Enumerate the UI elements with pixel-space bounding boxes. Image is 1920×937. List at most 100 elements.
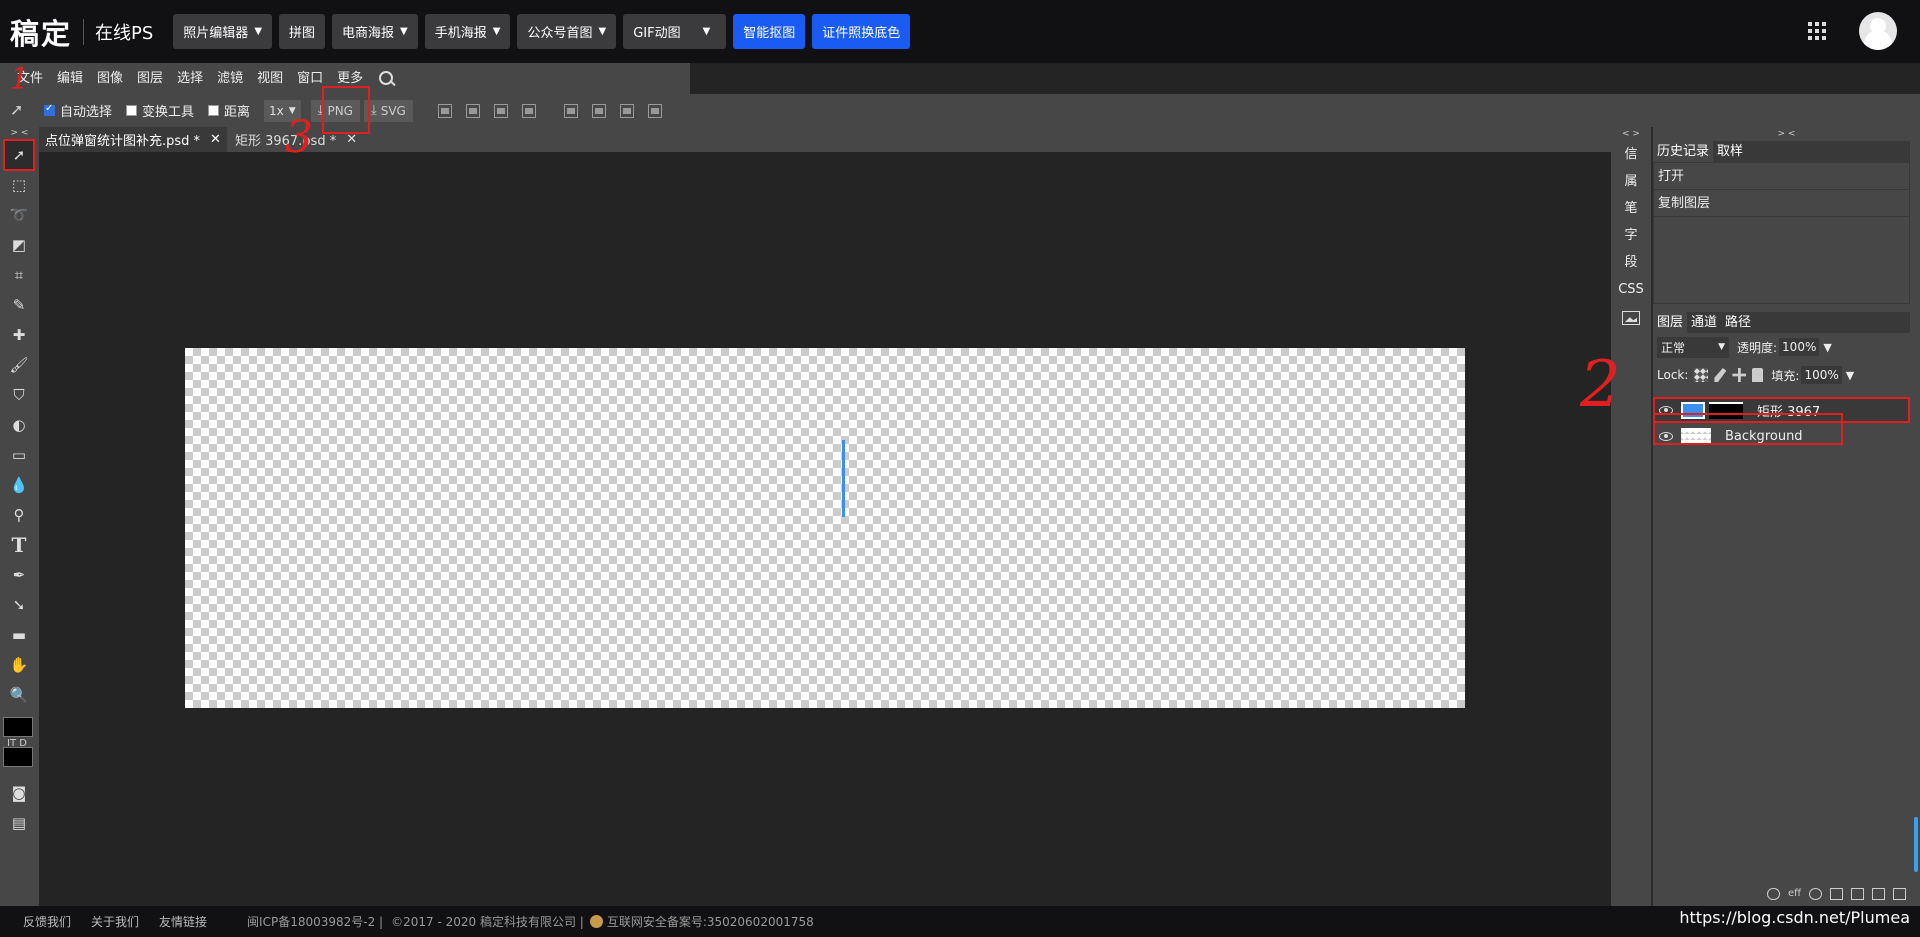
lasso-tool[interactable]: ➰ bbox=[5, 201, 33, 229]
gradient-tool[interactable]: ▭ bbox=[5, 441, 33, 469]
avatar[interactable] bbox=[1859, 12, 1897, 50]
export-svg-button[interactable]: ⤓ SVG bbox=[363, 99, 413, 122]
link-icon[interactable] bbox=[1766, 887, 1780, 900]
menu-image[interactable]: 图像 bbox=[90, 63, 130, 94]
brand-subtitle[interactable]: 在线PS bbox=[95, 19, 153, 45]
tab-channels[interactable]: 通道 bbox=[1687, 312, 1721, 333]
caret-down-icon[interactable]: ▼ bbox=[1823, 341, 1831, 354]
mini-panel-collapse-toggle[interactable]: < > bbox=[1611, 127, 1651, 141]
right-panel-collapse-toggle[interactable]: > < bbox=[1653, 127, 1920, 141]
brand-logo[interactable]: 稿定 bbox=[10, 11, 72, 53]
eraser-tool[interactable]: ◐ bbox=[5, 411, 33, 439]
blend-mode-select[interactable]: 正常 ▼ bbox=[1657, 336, 1729, 358]
adjustment-icon[interactable] bbox=[1809, 887, 1822, 900]
security-record-text[interactable]: 互联网安全备案号:35020602001758 bbox=[607, 913, 814, 930]
stamp-tool[interactable]: ⛉ bbox=[5, 381, 33, 409]
close-icon[interactable]: ✕ bbox=[346, 132, 357, 147]
crop-tool[interactable]: ⌗ bbox=[5, 261, 33, 289]
lock-transparency-icon[interactable] bbox=[1694, 368, 1709, 382]
nav-mobile-poster[interactable]: 手机海报 ▼ bbox=[424, 14, 511, 49]
screen-mode-tool[interactable]: ▤ bbox=[5, 809, 33, 837]
side-properties[interactable]: 属 bbox=[1611, 168, 1651, 195]
nav-ecommerce-poster[interactable]: 电商海报 ▼ bbox=[332, 14, 418, 49]
side-paragraph[interactable]: 段 bbox=[1611, 249, 1651, 276]
marquee-tool[interactable]: ⬚ bbox=[5, 171, 33, 199]
align-top-icon[interactable] bbox=[563, 103, 578, 118]
friend-links[interactable]: 友情链接 bbox=[159, 913, 207, 930]
apps-grid-icon[interactable] bbox=[1808, 22, 1826, 40]
mask-icon[interactable] bbox=[1830, 887, 1843, 900]
doc-tab[interactable]: 点位弹窗统计图补充.psd * ✕ bbox=[39, 127, 227, 152]
blur-tool[interactable]: 💧 bbox=[5, 471, 33, 499]
close-icon[interactable]: ✕ bbox=[210, 132, 221, 147]
search-icon[interactable] bbox=[378, 70, 396, 88]
zoom-tool[interactable]: 🔍 bbox=[5, 681, 33, 709]
hand-tool[interactable]: ✋ bbox=[5, 651, 33, 679]
foreground-color[interactable] bbox=[3, 717, 33, 737]
menu-layer[interactable]: 图层 bbox=[130, 63, 170, 94]
align-right-icon[interactable] bbox=[493, 103, 508, 118]
list-item[interactable]: 复制图层 bbox=[1654, 190, 1909, 217]
feedback-link[interactable]: 反馈我们 bbox=[23, 913, 71, 930]
eyedropper-tool[interactable]: ✎ bbox=[5, 291, 33, 319]
caret-down-icon[interactable]: ▼ bbox=[1846, 369, 1854, 382]
nav-wechat-cover[interactable]: 公众号首图 ▼ bbox=[517, 14, 617, 49]
healing-tool[interactable]: ✚ bbox=[5, 321, 33, 349]
tab-layers[interactable]: 图层 bbox=[1653, 312, 1688, 333]
side-info[interactable]: 信 bbox=[1611, 141, 1651, 168]
tab-paths[interactable]: 路径 bbox=[1721, 312, 1755, 333]
pen-tool[interactable]: ✒ bbox=[5, 561, 33, 589]
checkbox-unchecked[interactable] bbox=[126, 105, 138, 116]
menu-select[interactable]: 选择 bbox=[170, 63, 210, 94]
align-left-icon[interactable] bbox=[437, 103, 452, 118]
fill-input[interactable]: 100% bbox=[1801, 366, 1842, 384]
distribute-v-icon[interactable] bbox=[647, 103, 662, 118]
document-canvas[interactable] bbox=[185, 348, 1465, 708]
tab-history[interactable]: 历史记录 bbox=[1653, 141, 1714, 162]
dodge-tool[interactable]: ⚲ bbox=[5, 501, 33, 529]
about-link[interactable]: 关于我们 bbox=[91, 913, 139, 930]
brand[interactable]: 稿定 在线PS bbox=[0, 0, 153, 63]
auto-select-checkbox[interactable]: 自动选择 bbox=[44, 101, 112, 120]
effects-icon[interactable]: eff bbox=[1788, 888, 1801, 899]
align-bottom-icon[interactable] bbox=[619, 103, 634, 118]
tab-sampling[interactable]: 取样 bbox=[1713, 141, 1747, 162]
nav-photo-editor[interactable]: 照片编辑器 ▼ bbox=[173, 14, 273, 49]
menu-view[interactable]: 视图 bbox=[250, 63, 290, 94]
menu-edit[interactable]: 编辑 bbox=[50, 63, 90, 94]
distance-checkbox[interactable]: 距离 bbox=[208, 101, 250, 120]
folder-icon[interactable] bbox=[1851, 887, 1864, 900]
checkbox-checked[interactable] bbox=[44, 103, 55, 116]
align-center-icon[interactable] bbox=[465, 103, 480, 118]
text-tool[interactable]: T bbox=[5, 531, 33, 559]
checkbox-unchecked[interactable] bbox=[208, 105, 220, 116]
new-layer-icon[interactable] bbox=[1872, 887, 1885, 900]
rectangle-layer-shape[interactable] bbox=[842, 440, 845, 517]
brush-tool[interactable]: 🖌 bbox=[5, 351, 33, 379]
move-tool[interactable]: ➚ bbox=[3, 139, 35, 171]
toolbar-collapse-toggle[interactable]: > < bbox=[0, 127, 39, 139]
trash-icon[interactable] bbox=[1893, 887, 1906, 900]
quick-mask-tool[interactable]: ◙ bbox=[5, 779, 33, 807]
icp-text[interactable]: 闽ICP备18003982号-2 | bbox=[247, 913, 383, 930]
menu-filter[interactable]: 滤镜 bbox=[210, 63, 250, 94]
opacity-input[interactable]: 100% bbox=[1779, 338, 1820, 356]
distribute-h-icon[interactable] bbox=[521, 103, 536, 118]
lock-icon[interactable] bbox=[1752, 368, 1764, 382]
side-brush[interactable]: 笔 bbox=[1611, 195, 1651, 222]
nav-gif[interactable]: GIF动图 ▼ bbox=[623, 14, 727, 49]
scrollbar[interactable] bbox=[1914, 817, 1918, 872]
list-item[interactable]: 打开 bbox=[1654, 163, 1909, 190]
shape-tool[interactable]: ▬ bbox=[5, 621, 33, 649]
path-select-tool[interactable]: ➘ bbox=[5, 591, 33, 619]
nav-collage[interactable]: 拼图 bbox=[279, 14, 326, 49]
transform-checkbox[interactable]: 变换工具 bbox=[126, 101, 194, 120]
side-css[interactable]: CSS bbox=[1611, 276, 1651, 303]
lock-pixels-icon[interactable] bbox=[1714, 368, 1727, 382]
align-middle-icon[interactable] bbox=[591, 103, 606, 118]
smart-cutout-button[interactable]: 智能抠图 bbox=[733, 14, 806, 49]
quick-select-tool[interactable]: ◩ bbox=[5, 231, 33, 259]
background-color[interactable] bbox=[3, 747, 33, 767]
id-photo-bg-button[interactable]: 证件照换底色 bbox=[812, 14, 911, 49]
lock-position-icon[interactable] bbox=[1732, 368, 1747, 382]
